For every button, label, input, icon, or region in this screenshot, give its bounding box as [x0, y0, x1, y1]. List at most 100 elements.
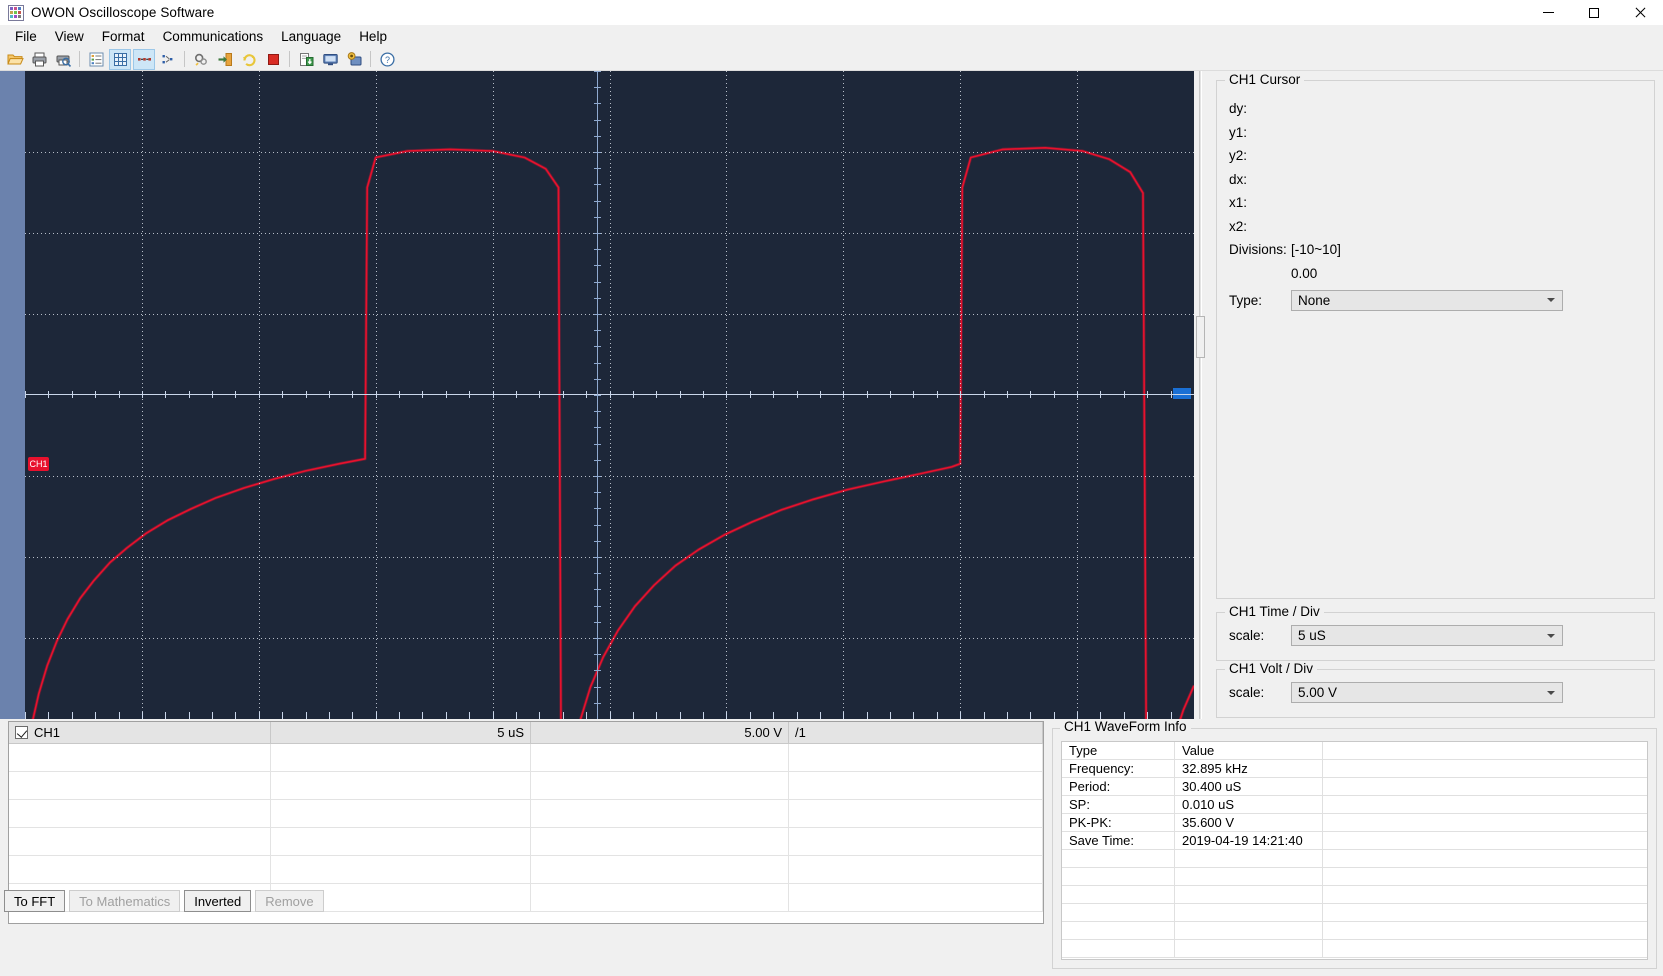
wf-cell-empty	[1323, 868, 1647, 886]
screen-capture-icon[interactable]	[319, 49, 341, 70]
table-row[interactable]	[9, 772, 1043, 800]
print-icon[interactable]	[28, 49, 50, 70]
axis-tick-x	[1054, 391, 1055, 398]
wf-cell-value	[1175, 922, 1323, 940]
grid-line-horizontal	[25, 557, 1194, 558]
scope-vertical-scrollbar[interactable]	[1194, 71, 1208, 719]
channel-header-time-div: 5 uS	[271, 721, 531, 744]
axis-tick-bottom	[48, 712, 49, 719]
cursor-type-select[interactable]: None	[1291, 289, 1563, 311]
axis-tick-x	[703, 391, 704, 398]
to-fft-button[interactable]: To FFT	[4, 890, 66, 912]
dotted-line-icon[interactable]	[133, 48, 155, 70]
wf-cell-empty	[1323, 886, 1647, 904]
print-preview-icon[interactable]	[52, 49, 74, 70]
oscilloscope-display[interactable]: CH1	[0, 71, 1194, 719]
menu-item-help[interactable]: Help	[350, 27, 396, 47]
channel-probe-value: /1	[795, 725, 806, 740]
wf-empty-row	[1062, 868, 1647, 886]
cursor-label-dy: dy:	[1229, 101, 1248, 117]
wf-cell-value	[1175, 940, 1323, 958]
axis-tick-x	[1007, 391, 1008, 398]
cursor-label-x1: x1:	[1229, 195, 1248, 211]
axis-tick-x	[282, 391, 283, 398]
open-file-icon[interactable]	[4, 49, 26, 70]
axis-tick-bottom	[165, 712, 166, 719]
wf-cell-empty	[1323, 778, 1647, 796]
wf-cell-value: 0.010 uS	[1175, 796, 1323, 814]
scope-left-gutter	[0, 71, 25, 719]
table-row[interactable]	[9, 828, 1043, 856]
axis-tick-y	[594, 687, 601, 688]
axis-tick-bottom	[352, 712, 353, 719]
owon-logo-icon	[8, 4, 24, 21]
axis-tick-bottom	[1100, 712, 1101, 719]
wf-cell-type	[1062, 868, 1175, 886]
save-data-icon[interactable]	[295, 49, 317, 70]
volt-div-select[interactable]: 5.00 V	[1291, 682, 1563, 703]
table-row[interactable]	[9, 744, 1043, 772]
row-cell-time	[271, 800, 531, 828]
close-button[interactable]	[1617, 0, 1663, 26]
ch1-time-div-title: CH1 Time / Div	[1225, 604, 1324, 619]
ch1-position-marker[interactable]: CH1	[28, 457, 49, 471]
axis-tick-y	[594, 346, 601, 347]
row-cell-name	[9, 800, 271, 828]
axis-tick-y	[594, 476, 601, 477]
menu-item-file[interactable]: File	[6, 27, 46, 47]
wf-cell-type: Frequency:	[1062, 760, 1175, 778]
menu-item-view[interactable]: View	[46, 27, 93, 47]
axis-tick-x	[422, 391, 423, 398]
axis-tick-y	[594, 249, 601, 250]
menu-item-format[interactable]: Format	[93, 27, 154, 47]
axis-tick-x	[329, 391, 330, 398]
axis-tick-bottom	[446, 712, 447, 719]
table-row[interactable]	[9, 856, 1043, 884]
menu-item-communications[interactable]: Communications	[154, 27, 273, 47]
row-cell-probe	[789, 744, 1043, 772]
stop-icon[interactable]	[262, 49, 284, 70]
axis-tick-y	[594, 622, 601, 623]
scrollbar-track	[1199, 71, 1202, 719]
grid-view-icon[interactable]	[109, 48, 131, 70]
inverted-button[interactable]: Inverted	[184, 890, 252, 912]
chevron-down-icon	[1547, 298, 1555, 302]
axis-tick-bottom	[633, 712, 634, 719]
scrollbar-thumb[interactable]	[1196, 316, 1205, 358]
axis-tick-bottom	[1147, 712, 1148, 719]
import-icon[interactable]	[214, 49, 236, 70]
wf-cell-type: SP:	[1062, 796, 1175, 814]
table-row[interactable]	[9, 800, 1043, 828]
axis-tick-x	[95, 391, 96, 398]
maximize-button[interactable]	[1571, 0, 1617, 26]
axis-tick-y	[594, 120, 601, 121]
row-cell-volt	[531, 800, 789, 828]
wf-empty-row	[1062, 850, 1647, 868]
wf-cell-empty	[1323, 814, 1647, 832]
axis-tick-y	[594, 654, 601, 655]
axis-tick-bottom	[1054, 712, 1055, 719]
cursor-label-y2: y2:	[1229, 148, 1248, 164]
bottom-action-buttons: To FFT To Mathematics Inverted Remove	[4, 890, 324, 912]
scope-plot-area[interactable]: CH1	[25, 71, 1194, 719]
time-div-row: scale: 5 uS	[1229, 622, 1646, 649]
wf-empty-row	[1062, 904, 1647, 922]
scatter-points-icon[interactable]	[157, 49, 179, 70]
settings-gears-icon[interactable]	[190, 49, 212, 70]
axis-tick-bottom	[212, 712, 213, 719]
row-cell-volt	[531, 772, 789, 800]
list-view-icon[interactable]	[85, 49, 107, 70]
menu-item-language[interactable]: Language	[272, 27, 350, 47]
time-div-select[interactable]: 5 uS	[1291, 625, 1563, 646]
axis-tick-x	[680, 391, 681, 398]
minimize-button[interactable]	[1525, 0, 1571, 26]
refresh-icon[interactable]	[238, 49, 260, 70]
record-screen-icon[interactable]	[343, 49, 365, 70]
axis-tick-y	[594, 589, 601, 590]
time-div-scale-label: scale:	[1229, 628, 1265, 643]
axis-tick-y	[594, 638, 601, 639]
ch1-visibility-checkbox[interactable]	[15, 726, 28, 739]
row-cell-time	[271, 744, 531, 772]
help-icon[interactable]: ?	[376, 49, 398, 70]
ch1-time-div-group: CH1 Time / Div scale: 5 uS	[1216, 604, 1655, 661]
